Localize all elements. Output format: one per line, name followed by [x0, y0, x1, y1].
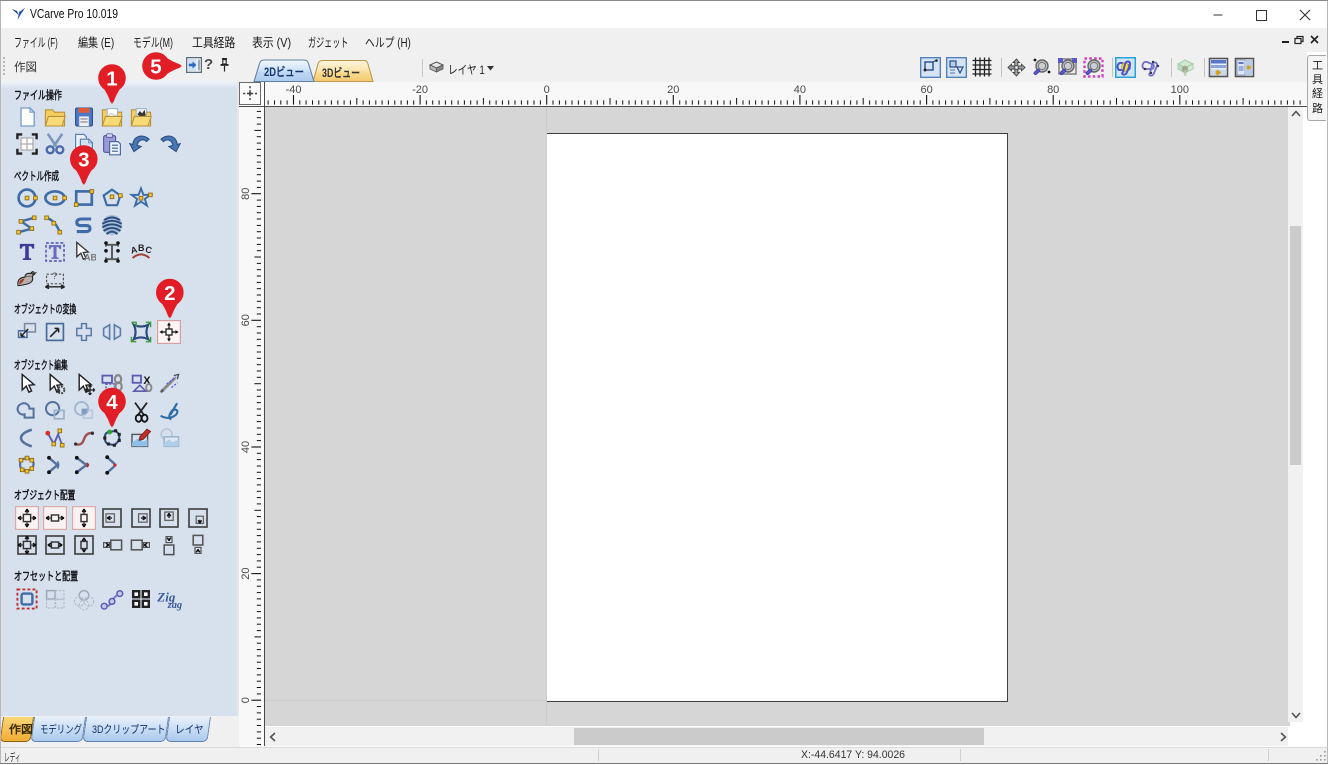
- svg-text:100: 100: [1171, 84, 1189, 96]
- svg-text:AB: AB: [84, 252, 96, 262]
- svg-text:zag: zag: [167, 600, 182, 611]
- svg-text:60: 60: [240, 314, 252, 326]
- svg-text:40: 40: [240, 441, 252, 453]
- svg-text:C: C: [144, 244, 153, 255]
- svg-text:80: 80: [240, 188, 252, 200]
- svg-text:20: 20: [667, 84, 679, 96]
- svg-text:20: 20: [240, 567, 252, 579]
- svg-text:40: 40: [794, 84, 806, 96]
- svg-text:0: 0: [544, 84, 550, 96]
- svg-text:0: 0: [240, 697, 252, 703]
- svg-text:60: 60: [920, 84, 932, 96]
- svg-text:80: 80: [1047, 84, 1059, 96]
- svg-text:?: ?: [52, 271, 57, 282]
- svg-text:-20: -20: [412, 84, 428, 96]
- svg-text:-40: -40: [286, 84, 302, 96]
